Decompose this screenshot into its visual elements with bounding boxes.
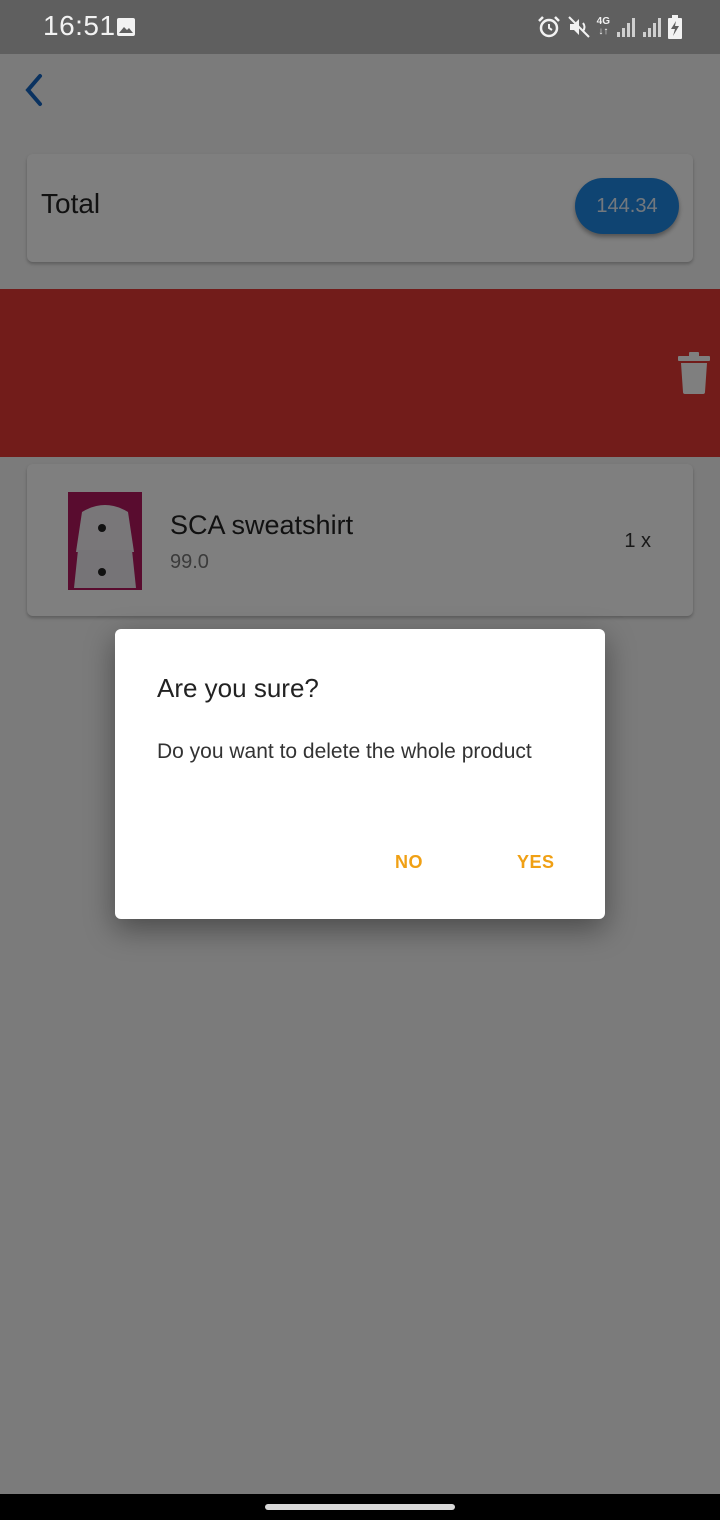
status-icons: 4G ↓↑ (537, 13, 682, 41)
no-button[interactable]: NO (395, 847, 423, 877)
dialog-message: Do you want to delete the whole product (157, 740, 532, 763)
navigation-bar (0, 1494, 720, 1520)
signal-icon-2 (642, 16, 662, 38)
4g-icon: 4G ↓↑ (597, 17, 610, 37)
mute-icon (567, 15, 591, 39)
status-time: 16:51 (43, 10, 116, 41)
home-handle[interactable] (265, 1504, 455, 1510)
dialog-title: Are you sure? (157, 673, 319, 703)
yes-button[interactable]: YES (517, 847, 555, 877)
data-arrows-icon: ↓↑ (598, 26, 609, 37)
battery-charging-icon (668, 15, 682, 39)
gallery-icon (117, 18, 135, 36)
confirm-delete-dialog: Are you sure? Do you want to delete the … (115, 629, 605, 919)
alarm-icon (537, 15, 561, 39)
status-bar: 16:51 4G ↓↑ (0, 0, 720, 54)
signal-icon (616, 16, 636, 38)
